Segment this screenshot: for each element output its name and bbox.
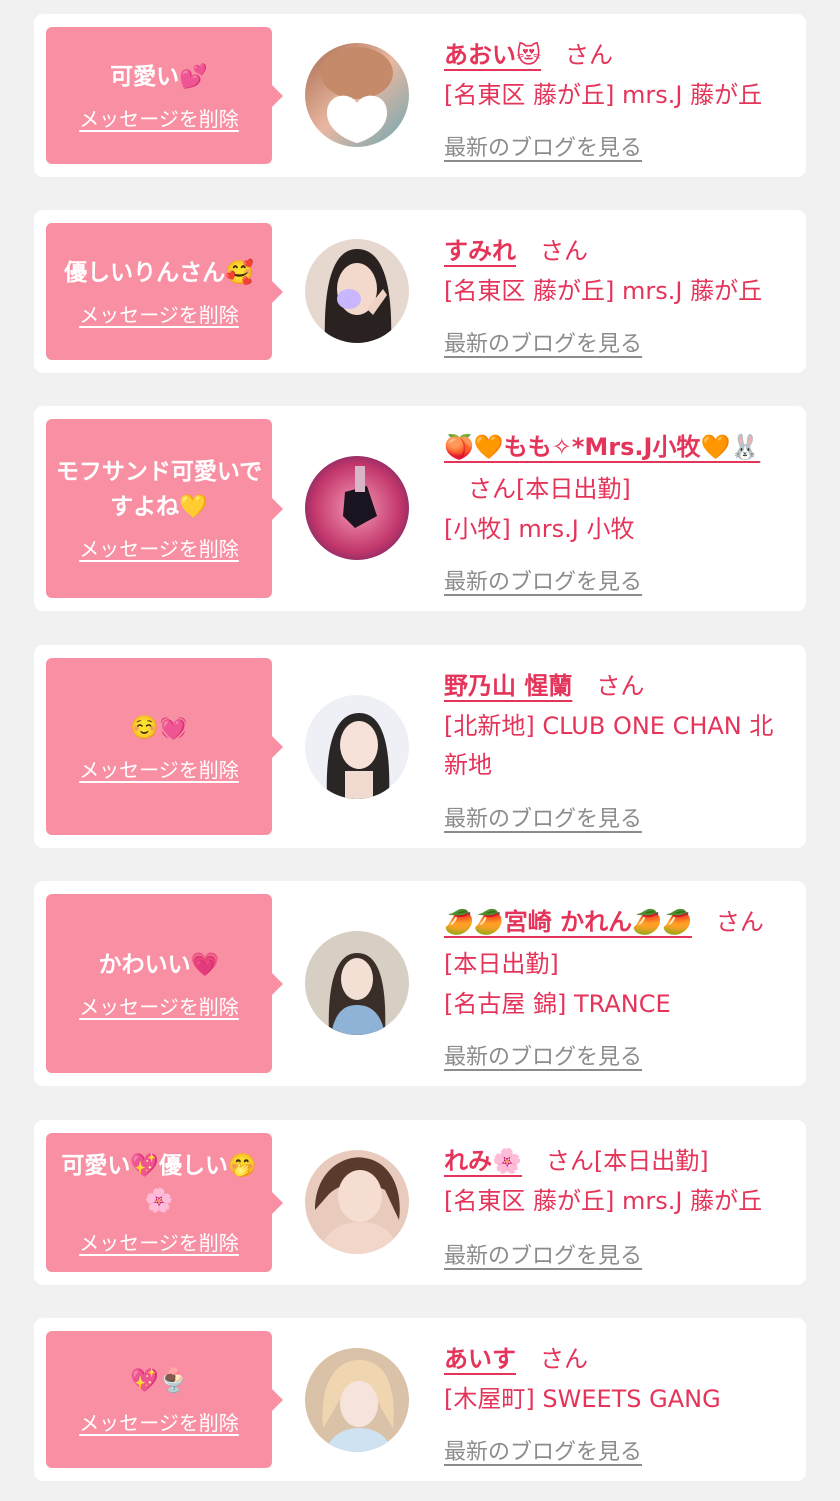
name-line: 野乃山 惺蘭 さん [444,665,796,707]
message-card: 優しいりんさん🥰 メッセージを削除 すみれ さん [名東区 藤が丘] mrs.J … [34,210,806,373]
delete-message-link[interactable]: メッセージを削除 [79,754,239,783]
profile-info: れみ🌸 さん[本日出勤] [名東区 藤が丘] mrs.J 藤が丘 [444,1140,796,1221]
message-text: 優しいりんさん🥰 [64,259,254,286]
avatar[interactable] [305,1150,409,1254]
shop-name: [北新地] CLUB ONE CHAN 北新地 [444,712,774,779]
avatar[interactable] [305,695,409,799]
profile-name-link[interactable]: すみれ [444,237,516,265]
name-line: れみ🌸 さん[本日出勤] [444,1140,796,1182]
honorific: さん [596,672,645,700]
profile-info: 野乃山 惺蘭 さん [北新地] CLUB ONE CHAN 北新地 [444,665,796,785]
message-card: かわいい💗 メッセージを削除 🥭🥭宮崎 かれん🥭🥭 さん [本日出勤] [名古屋 錦… [34,881,806,1086]
delete-message-link[interactable]: メッセージを削除 [79,1407,239,1436]
name-line: あおい😻 さん [444,34,796,76]
shop-name: [名東区 藤が丘] mrs.J 藤が丘 [444,277,763,305]
latest-blog-link[interactable]: 最新のブログを見る [444,564,642,596]
delete-message-link[interactable]: メッセージを削除 [79,533,239,562]
message-list: 可愛い💕 メッセージを削除 あおい😻 さん [名東区 藤が丘] mrs.J 藤が丘… [0,0,840,1501]
honorific: さん [565,41,614,69]
message-card: モフサンド可愛いですよね💛 メッセージを削除 🍑🧡もも✧*Mrs.J小牧🧡🐰 さん… [34,406,806,611]
name-line: すみれ さん [444,230,796,272]
honorific: さん [545,1147,594,1175]
name-line: 🍑🧡もも✧*Mrs.J小牧🧡🐰 さん[本日出勤] [444,426,796,510]
message-card: 💖🍨 メッセージを削除 あいす さん [木屋町] SWEETS GANG 最新のブ… [34,1318,806,1481]
latest-blog-link[interactable]: 最新のブログを見る [444,1039,642,1071]
message-bubble: かわいい💗 メッセージを削除 [46,894,283,1073]
shop-name: [小牧] mrs.J 小牧 [444,515,635,543]
profile-info: あおい😻 さん [名東区 藤が丘] mrs.J 藤が丘 [444,34,796,115]
avatar[interactable] [305,1348,409,1452]
profile-info: 🍑🧡もも✧*Mrs.J小牧🧡🐰 さん[本日出勤] [小牧] mrs.J 小牧 [444,426,796,549]
message-bubble: モフサンド可愛いですよね💛 メッセージを削除 [46,419,283,598]
shop-name: [名東区 藤が丘] mrs.J 藤が丘 [444,1187,763,1215]
latest-blog-link[interactable]: 最新のブログを見る [444,130,642,162]
latest-blog-link[interactable]: 最新のブログを見る [444,326,642,358]
latest-blog-link[interactable]: 最新のブログを見る [444,1434,642,1466]
message-text: かわいい💗 [98,951,220,978]
honorific: さん [468,475,516,503]
profile-name-link[interactable]: あおい😻 [444,41,541,69]
name-line: あいす さん [444,1338,796,1380]
delete-message-link[interactable]: メッセージを削除 [79,299,239,328]
shop-name: [木屋町] SWEETS GANG [444,1385,721,1413]
profile-name-link[interactable]: 🥭🥭宮崎 かれん🥭🥭 [444,908,692,936]
message-bubble: 優しいりんさん🥰 メッセージを削除 [46,223,283,360]
delete-message-link[interactable]: メッセージを削除 [79,991,239,1020]
delete-message-link[interactable]: メッセージを削除 [79,103,239,132]
honorific: さん [715,908,764,936]
status-text: [本日出勤] [444,950,559,978]
status-text: [本日出勤] [593,1147,709,1175]
message-bubble: ☺️💓 メッセージを削除 [46,658,283,835]
profile-name-link[interactable]: 🍑🧡もも✧*Mrs.J小牧🧡🐰 [444,433,760,461]
avatar[interactable] [305,43,409,147]
message-card: 可愛い💖優しい🤭🌸 メッセージを削除 れみ🌸 さん[本日出勤] [名東区 藤が丘]… [34,1120,806,1285]
profile-info: あいす さん [木屋町] SWEETS GANG [444,1338,796,1419]
profile-info: 🥭🥭宮崎 かれん🥭🥭 さん [本日出勤] [名古屋 錦] TRANCE [444,901,796,1024]
message-bubble: 💖🍨 メッセージを削除 [46,1331,283,1468]
message-text: 可愛い💕 [110,63,208,90]
status-text: [本日出勤] [516,475,631,503]
shop-name: [名古屋 錦] TRANCE [444,990,671,1018]
message-card: ☺️💓 メッセージを削除 野乃山 惺蘭 さん [北新地] CLUB ONE CHA… [34,645,806,848]
message-text: 💖🍨 [130,1367,188,1394]
profile-name-link[interactable]: 野乃山 惺蘭 [444,672,572,700]
latest-blog-link[interactable]: 最新のブログを見る [444,801,642,833]
message-text: モフサンド可愛いですよね💛 [55,459,263,520]
profile-name-link[interactable]: あいす [444,1345,516,1373]
message-bubble: 可愛い💖優しい🤭🌸 メッセージを削除 [46,1133,283,1272]
honorific: さん [540,237,588,265]
avatar[interactable] [305,456,409,560]
name-line: 🥭🥭宮崎 かれん🥭🥭 さん [本日出勤] [444,901,796,985]
message-text: 可愛い💖優しい🤭🌸 [61,1153,257,1214]
avatar[interactable] [305,239,409,343]
message-text: ☺️💓 [130,714,188,741]
delete-message-link[interactable]: メッセージを削除 [79,1227,239,1256]
latest-blog-link[interactable]: 最新のブログを見る [444,1238,642,1270]
message-bubble: 可愛い💕 メッセージを削除 [46,27,283,164]
profile-name-link[interactable]: れみ🌸 [444,1147,522,1175]
honorific: さん [540,1345,588,1373]
message-card: 可愛い💕 メッセージを削除 あおい😻 さん [名東区 藤が丘] mrs.J 藤が丘… [34,14,806,177]
shop-name: [名東区 藤が丘] mrs.J 藤が丘 [444,81,763,109]
avatar[interactable] [305,931,409,1035]
profile-info: すみれ さん [名東区 藤が丘] mrs.J 藤が丘 [444,230,796,311]
